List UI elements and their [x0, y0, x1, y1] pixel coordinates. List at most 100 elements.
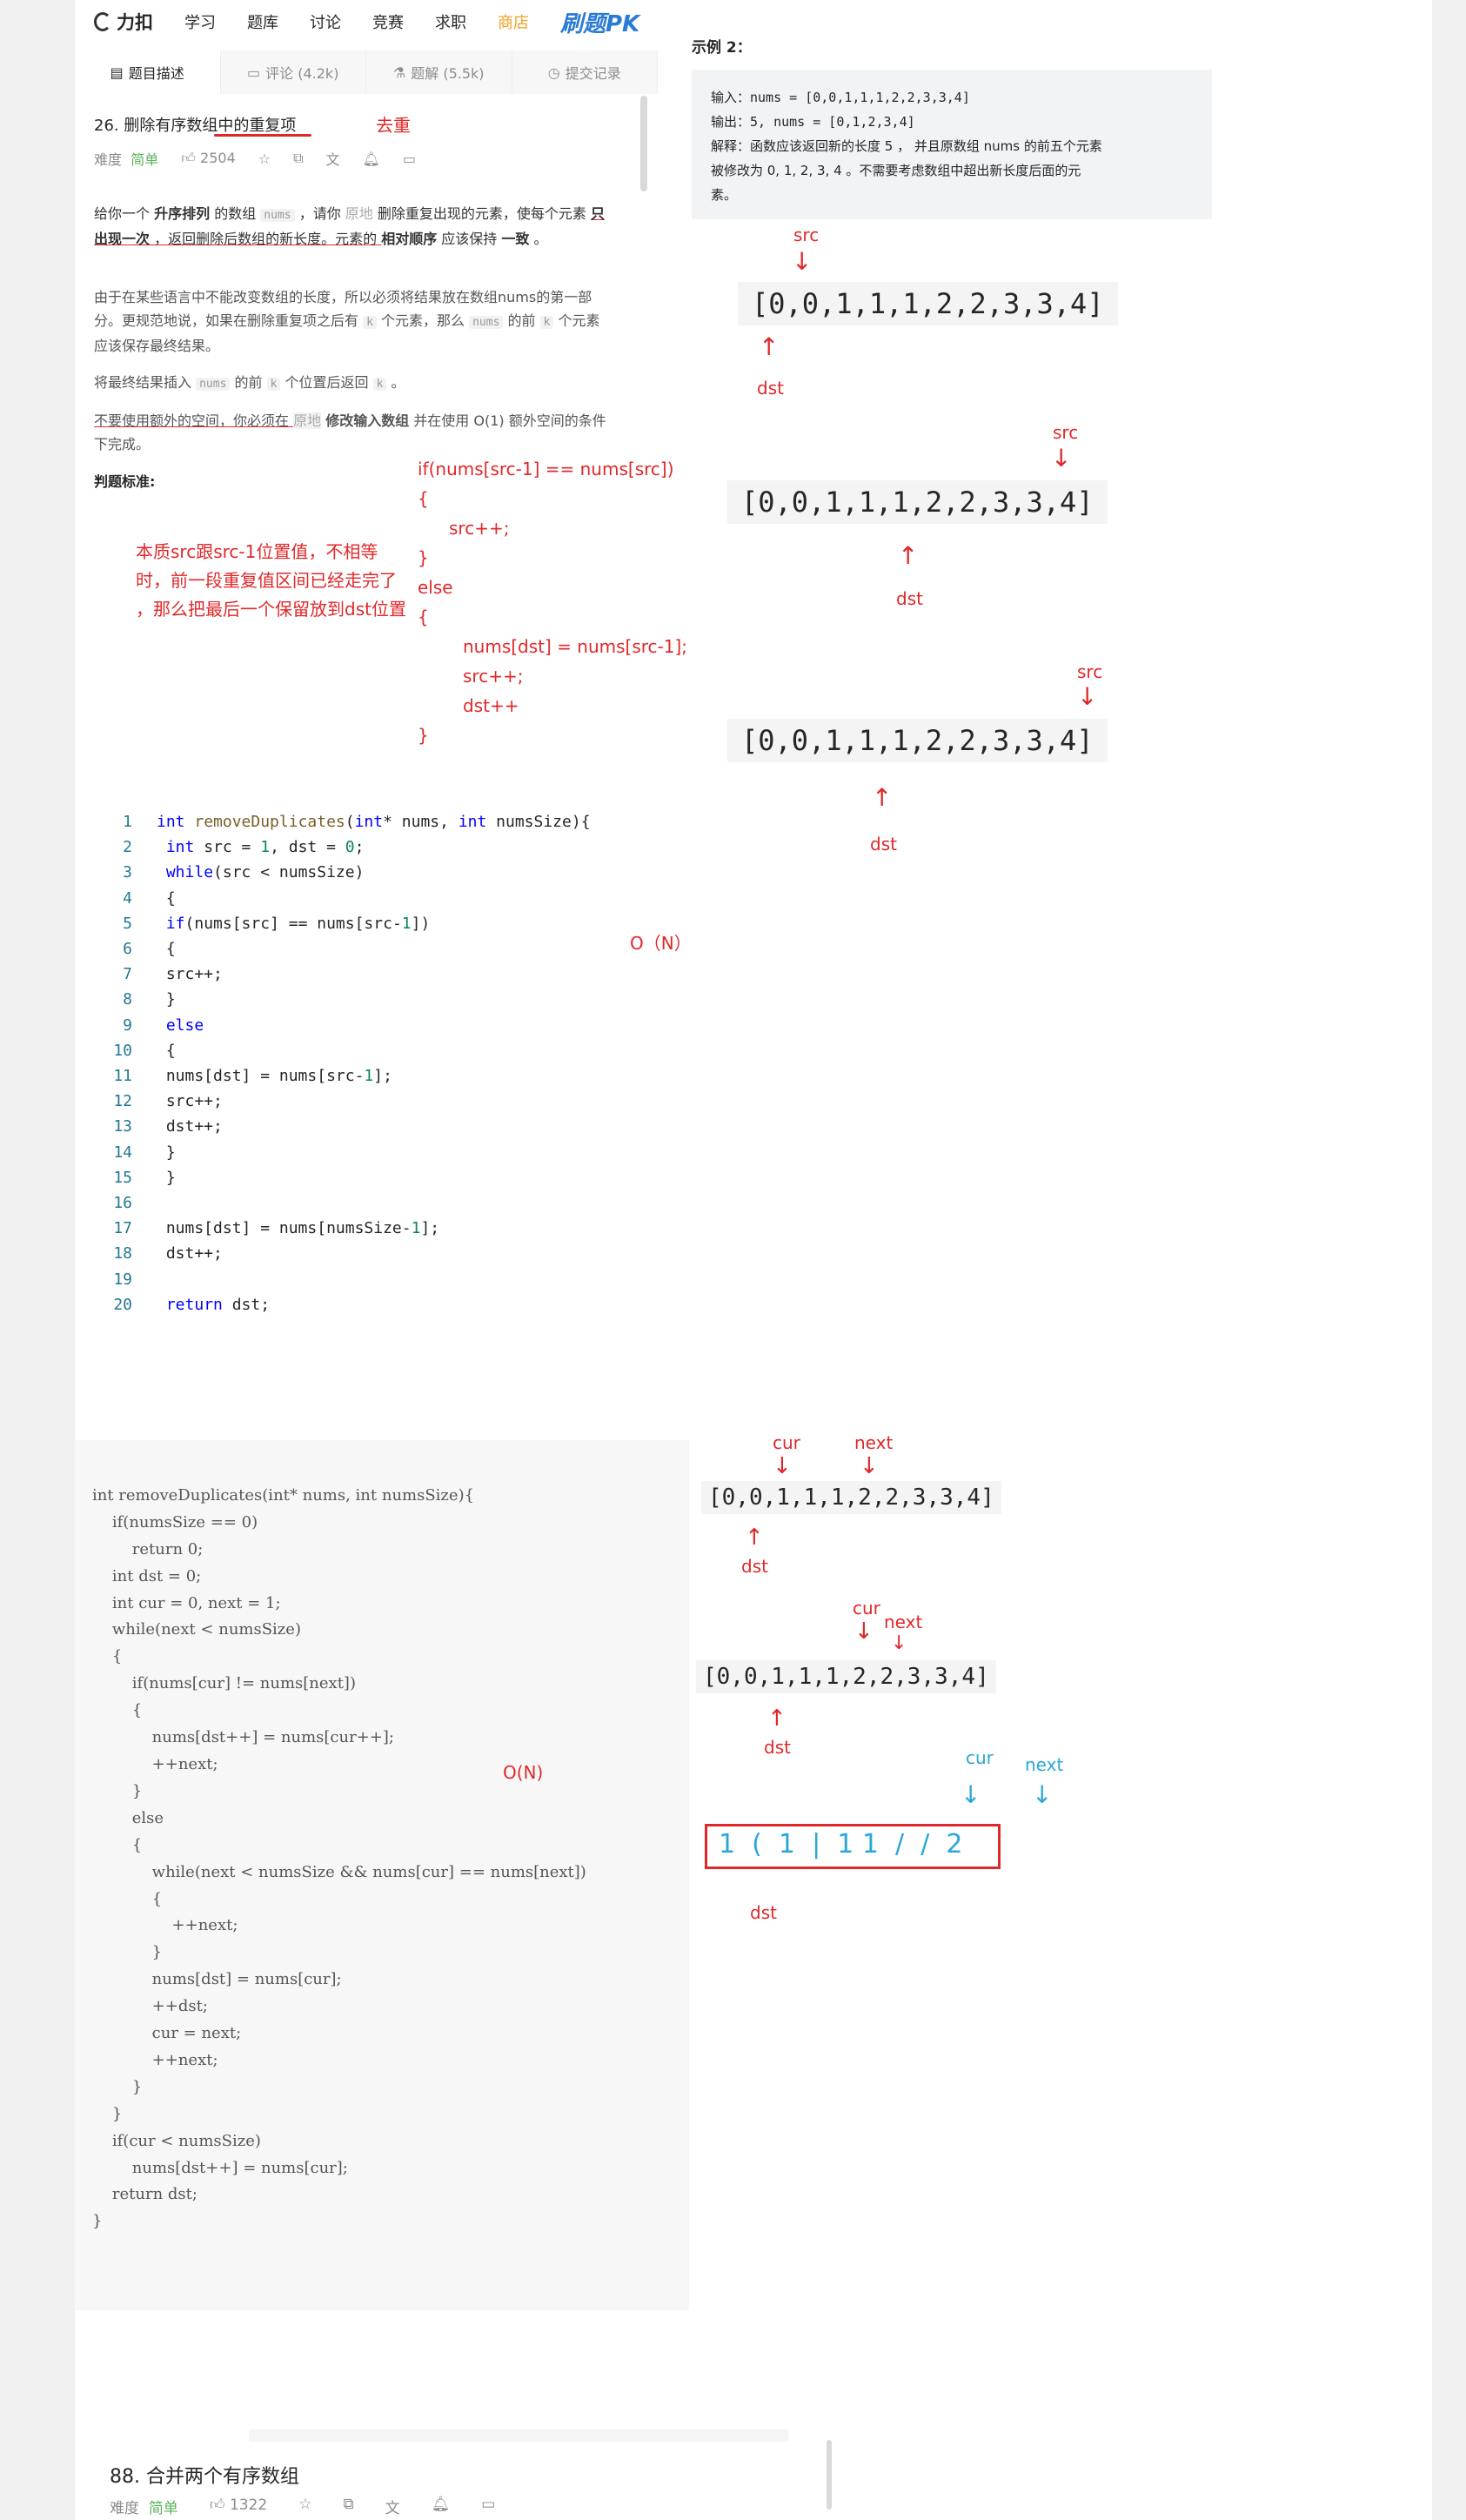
example-explanation: 解释：函数应该返回新的长度 5 ， 并且原数组 nums 的前五个元素 — [711, 138, 1102, 154]
essence-line: 本质src跟src-1位置值，不相等 — [136, 541, 378, 562]
text: 不要使用额外的空间，你必须在 — [94, 412, 294, 429]
problem-88-title: 88. 合并两个有序数组 — [110, 2466, 299, 2488]
text: 的数组 — [210, 205, 261, 222]
clock-icon: ◷ — [547, 64, 560, 81]
leetcode-logo-icon — [94, 12, 111, 31]
code-line: return dst; — [92, 2185, 197, 2204]
nav-item-problems[interactable]: 题库 — [247, 10, 278, 33]
code-inline: nums — [196, 378, 231, 391]
description-scrollbar[interactable] — [640, 96, 647, 191]
bell-icon[interactable]: 🔔︎ — [363, 151, 380, 167]
problem-tabs: ▤ 题目描述 ▭ 评论 (4.2k) ⚗ 题解 (5.5k) ◷ 提交记录 — [75, 50, 658, 94]
text: 个元素，那么 — [376, 312, 470, 329]
bell-icon[interactable]: 🔔︎ — [432, 2496, 451, 2517]
code-inline: nums — [469, 316, 504, 329]
code-inline: nums — [260, 209, 295, 222]
label-dst: dst — [741, 1556, 768, 1577]
nav-item-jobs[interactable]: 求职 — [435, 10, 466, 33]
text-muted: 原地 — [293, 412, 322, 429]
pseudo-line: { — [418, 607, 429, 627]
pseudo-line: } — [418, 547, 429, 568]
tab-label: 题解 (5.5k) — [411, 65, 485, 82]
underline-annotation — [214, 134, 311, 137]
problem-meta: 难度 简单 👍︎ 2504 ☆ ⧉ 文 🔔︎ ▭ — [94, 148, 416, 169]
code-inline: k — [539, 316, 554, 329]
feedback-icon[interactable]: ▭ — [481, 2496, 495, 2517]
arrow-up-icon: ↑ — [745, 1525, 764, 1551]
star-icon[interactable]: ☆ — [258, 151, 271, 167]
code-line: 9 else — [123, 1015, 204, 1035]
label-dst: dst — [870, 834, 897, 855]
example-explanation: 素。 — [711, 187, 738, 203]
code-line: 19 — [113, 1270, 132, 1289]
label-cur: cur — [853, 1598, 880, 1619]
code-line: 10 { — [113, 1041, 176, 1060]
code-line: if(nums[cur] != nums[next]) — [92, 1674, 356, 1693]
tab-label: 题目描述 — [128, 65, 184, 82]
nav-item-shop[interactable]: 商店 — [498, 10, 529, 33]
code-line: { — [92, 1889, 163, 1908]
scrollbar[interactable] — [827, 2440, 832, 2510]
thumbs-up-icon: 👍︎ — [209, 2497, 225, 2514]
translate-icon[interactable]: 文 — [385, 2496, 400, 2517]
nav-item-pk[interactable]: 刷题PK — [560, 6, 639, 38]
pseudo-line: nums[dst] = nums[src-1]; — [463, 636, 688, 657]
arrow-down-icon: ↓ — [792, 247, 813, 276]
code-line: int dst = 0; — [92, 1566, 202, 1585]
essence-line: 时，前一段重复值区间已经走完了 — [136, 570, 397, 591]
arrow-up-icon: ↑ — [898, 541, 919, 570]
code-line: 15 } — [113, 1168, 176, 1187]
array-step-3: [0,0,1,1,1,2,2,3,3,4] — [727, 719, 1108, 762]
pseudo-line: src++; — [463, 666, 524, 687]
label-dst: dst — [757, 378, 784, 399]
translate-icon[interactable]: 文 — [326, 148, 340, 169]
feedback-icon[interactable]: ▭ — [403, 151, 416, 167]
tab-solutions[interactable]: ⚗ 题解 (5.5k) — [366, 50, 512, 94]
arrow-down-icon: ↓ — [1077, 682, 1098, 711]
array-step-4: [0,0,1,1,1,2,2,3,3,4] — [701, 1481, 1001, 1514]
tab-label: 提交记录 — [565, 65, 621, 82]
logo-text: 力扣 — [117, 12, 153, 33]
nav-item-contest[interactable]: 竞赛 — [372, 10, 404, 33]
pseudo-line: { — [418, 488, 429, 509]
like-button[interactable]: 👍︎ 2504 — [181, 150, 236, 167]
nav-item-discuss[interactable]: 讨论 — [310, 10, 341, 33]
label-src: src — [1077, 661, 1103, 682]
pseudo-line: src++; — [449, 518, 510, 539]
like-button[interactable]: 👍︎ 1322 — [210, 2496, 267, 2517]
essence-annotation: 本质src跟src-1位置值，不相等 时，前一段重复值区间已经走完了 ，那么把最… — [136, 538, 406, 624]
text: 应该保持 — [437, 231, 502, 247]
star-icon[interactable]: ☆ — [298, 2496, 311, 2517]
code-line: { — [92, 1835, 143, 1854]
arrow-down-icon: ↓ — [1032, 1780, 1053, 1809]
code-line: int cur = 0, next = 1; — [92, 1593, 281, 1612]
code-line: } — [92, 1781, 143, 1800]
code-line: if(cur < numsSize) — [92, 2131, 261, 2150]
logo[interactable]: 力扣 — [94, 9, 153, 35]
text: ，返回删除后数组的新长度。元素的 — [150, 231, 382, 247]
code-line: 12 src++; — [113, 1092, 223, 1111]
code-line: nums[dst++] = nums[cur++]; — [92, 1728, 394, 1747]
label-dst: dst — [750, 1902, 777, 1923]
share-icon[interactable]: ⧉ — [344, 2496, 354, 2517]
code-line: 13 dst++; — [113, 1117, 223, 1136]
arrow-up-icon: ↑ — [767, 1706, 787, 1732]
label-src: src — [1053, 422, 1079, 443]
code-line: return 0; — [92, 1539, 204, 1558]
tab-comments[interactable]: ▭ 评论 (4.2k) — [221, 50, 366, 94]
nav-item-learn[interactable]: 学习 — [184, 10, 216, 33]
code-inline: k — [363, 316, 377, 329]
difficulty-badge: 简单 — [131, 151, 159, 168]
code-line: ++next; — [92, 2050, 218, 2069]
tab-submissions[interactable]: ◷ 提交记录 — [512, 50, 658, 94]
example-explanation: 被修改为 0, 1, 2, 3, 4 。不需要考虑数组中超出新长度后面的元 — [711, 163, 1081, 178]
code-line: ++dst; — [92, 1997, 208, 2016]
share-icon[interactable]: ⧉ — [293, 150, 303, 167]
label-next: next — [1025, 1754, 1064, 1775]
code-line: nums[dst++] = nums[cur]; — [92, 2158, 348, 2177]
code-line: 8 } — [123, 990, 176, 1009]
code-line: } — [92, 2212, 103, 2231]
tab-description[interactable]: ▤ 题目描述 — [75, 50, 221, 94]
arrow-down-icon: ↓ — [961, 1780, 981, 1809]
description-paragraph-3: 将最终结果插入 nums 的前 k 个位置后返回 k 。 — [94, 371, 607, 396]
